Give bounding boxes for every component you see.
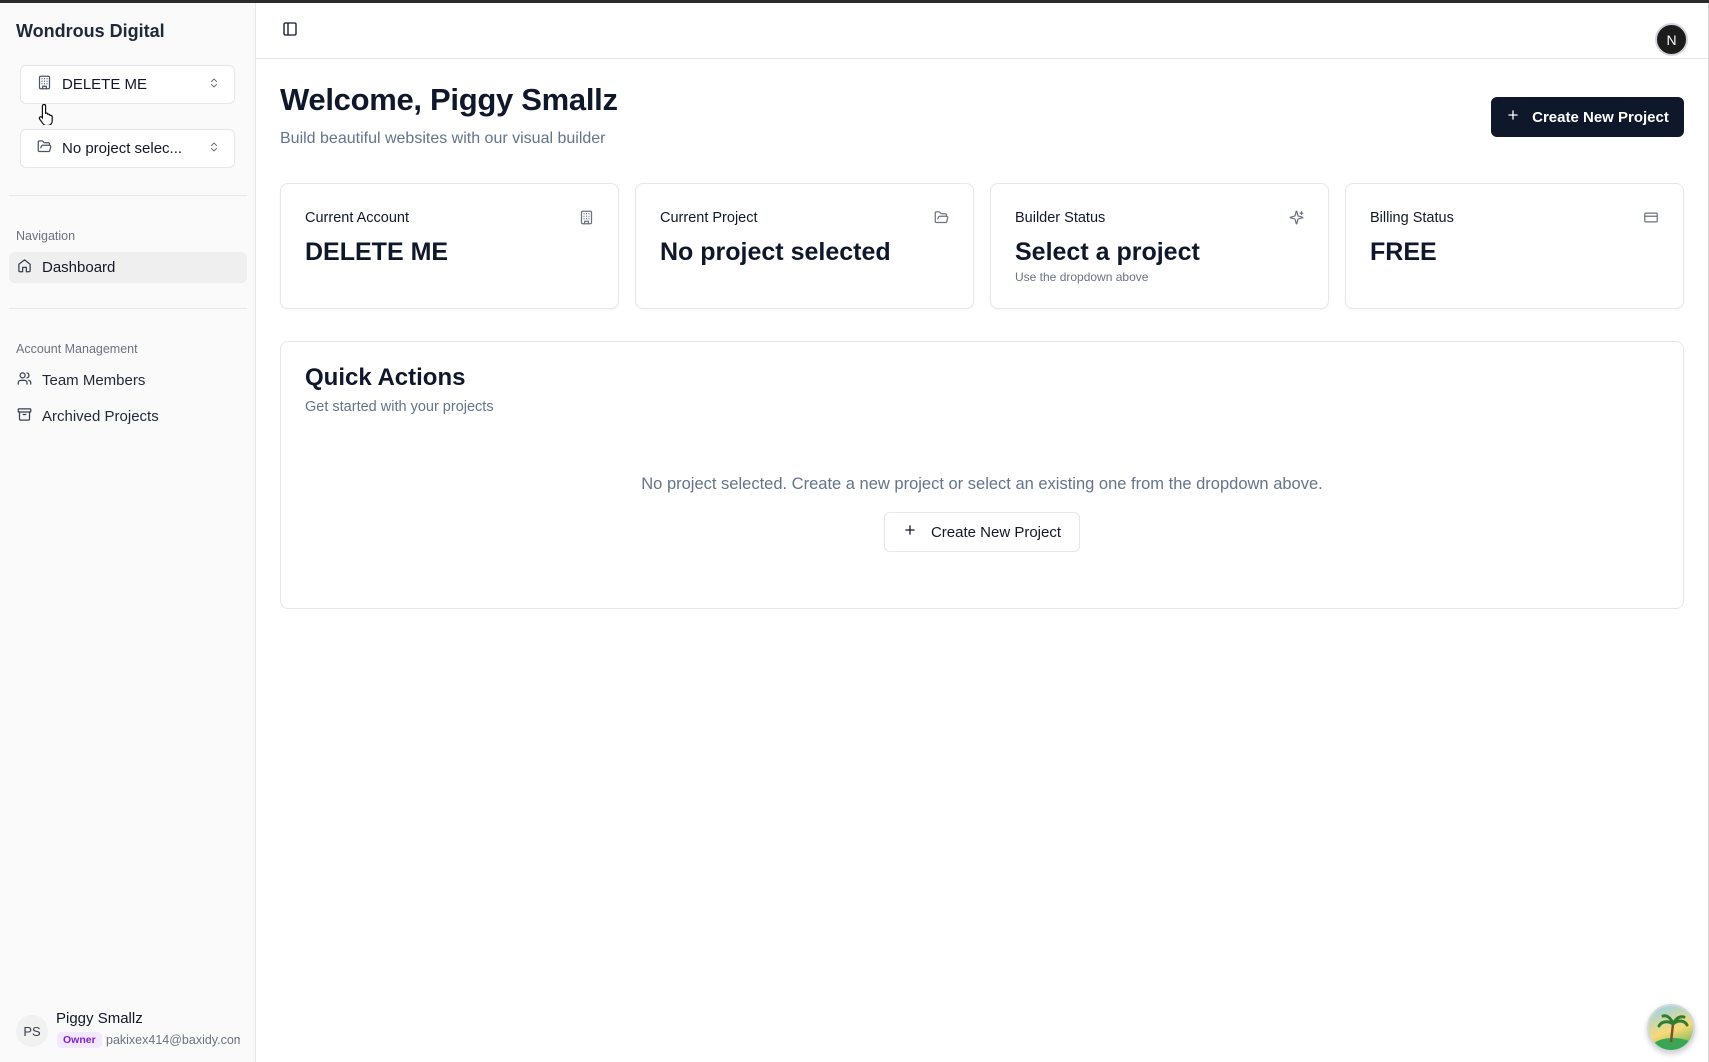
account-selector-value: DELETE ME — [62, 76, 148, 93]
card-current-project: Current Project No project selected — [635, 183, 974, 309]
user-email: pakixex414@baxidy.com — [106, 1033, 240, 1047]
avatar: PS — [16, 1015, 48, 1047]
sidebar: Wondrous Digital DELETE ME No project se… — [0, 3, 256, 1062]
sidebar-item-label: Team Members — [42, 372, 146, 389]
quick-actions-title: Quick Actions — [305, 364, 466, 391]
plus-icon — [1506, 108, 1520, 126]
quick-actions-subtitle: Get started with your projects — [305, 399, 494, 415]
card-value: No project selected — [660, 238, 891, 266]
top-header: N — [256, 3, 1708, 59]
create-new-project-label: Create New Project — [1532, 108, 1669, 126]
plus-icon — [903, 523, 917, 541]
card-value: Select a project — [1015, 238, 1200, 266]
user-name: Piggy Smallz — [56, 1010, 143, 1027]
sidebar-divider — [9, 195, 247, 196]
folder-icon — [934, 210, 949, 230]
role-badge: Owner — [57, 1032, 102, 1048]
mouse-pointer-icon — [38, 103, 56, 130]
sidebar-toggle-button[interactable] — [282, 21, 298, 42]
sidebar-item-dashboard[interactable]: Dashboard — [9, 252, 247, 283]
brand-name: Wondrous Digital — [16, 21, 165, 41]
user-avatar-button[interactable]: N — [1655, 23, 1688, 56]
account-selector[interactable]: DELETE ME — [20, 65, 235, 104]
card-title: Current Account — [305, 210, 409, 226]
sidebar-item-label: Dashboard — [42, 259, 116, 276]
project-selector[interactable]: No project selec... — [20, 129, 235, 168]
create-new-project-secondary-button[interactable]: Create New Project — [884, 512, 1080, 552]
archive-icon — [17, 407, 32, 426]
sidebar-item-label: Archived Projects — [42, 408, 159, 425]
sidebar-item-archived-projects[interactable]: Archived Projects — [9, 401, 247, 432]
panel-left-icon — [282, 22, 298, 41]
card-title: Current Project — [660, 210, 758, 226]
create-new-project-button[interactable]: Create New Project — [1491, 97, 1684, 137]
credit-card-icon — [1643, 210, 1659, 230]
floating-assistant-widget[interactable] — [1647, 1004, 1695, 1052]
folder-icon — [37, 139, 52, 158]
project-selector-value: No project selec... — [62, 140, 183, 157]
card-builder-status: Builder Status Select a project Use the … — [990, 183, 1329, 309]
account-section-label: Account Management — [16, 342, 138, 356]
card-title: Billing Status — [1370, 210, 1454, 226]
quick-actions-panel: Quick Actions Get started with your proj… — [280, 341, 1684, 609]
sparkles-icon — [1289, 210, 1304, 230]
create-new-project-label: Create New Project — [930, 523, 1062, 541]
chevrons-up-down-icon — [208, 76, 220, 94]
card-billing-status: Billing Status FREE — [1345, 183, 1684, 309]
card-subtext: Use the dropdown above — [1015, 270, 1149, 284]
page-subtitle: Build beautiful websites with our visual… — [280, 130, 606, 147]
chevrons-up-down-icon — [208, 140, 220, 158]
palm-tree-icon — [1653, 1014, 1693, 1050]
building-icon — [37, 75, 52, 94]
sidebar-divider — [9, 308, 247, 309]
page-title: Welcome, Piggy Smallz — [280, 82, 618, 117]
user-profile[interactable]: PS Piggy Smallz Owner pakixex414@baxidy.… — [16, 1007, 246, 1053]
empty-state-message: No project selected. Create a new projec… — [641, 475, 1323, 493]
users-icon — [17, 371, 32, 390]
card-current-account: Current Account DELETE ME — [280, 183, 619, 309]
home-icon — [17, 258, 32, 277]
building-icon — [579, 210, 594, 230]
card-title: Builder Status — [1015, 210, 1106, 226]
sidebar-item-team-members[interactable]: Team Members — [9, 365, 247, 396]
card-value: FREE — [1370, 238, 1437, 266]
card-value: DELETE ME — [305, 238, 449, 266]
nav-section-label: Navigation — [16, 229, 76, 243]
